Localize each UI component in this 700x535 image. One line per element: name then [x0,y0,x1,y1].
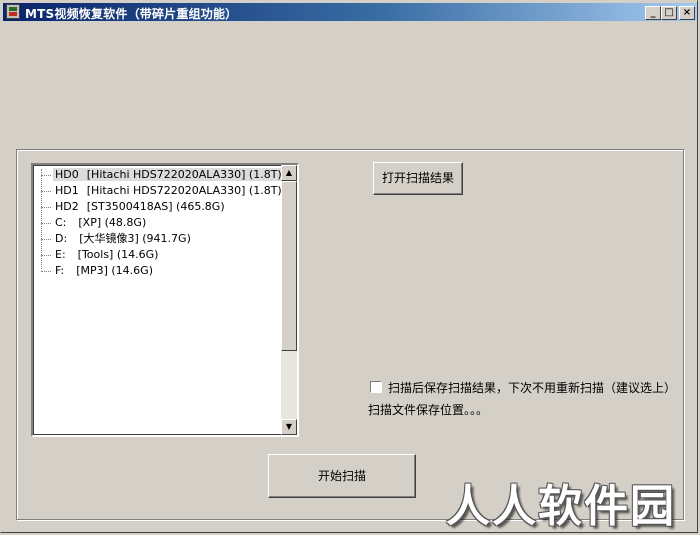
open-scan-results-button[interactable]: 打开扫描结果 [373,162,463,195]
drive-name: F: [55,264,65,277]
minimize-button[interactable]: _ [645,6,661,20]
drive-name: D: [55,232,68,245]
drive-tree-item[interactable]: HD1 [Hitachi HDS722020ALA330] (1.8T) [53,183,284,199]
drive-tree-item-label: C: [XP] (48.8G) [53,216,148,229]
save-results-label[interactable]: 扫描后保存扫描结果，下次不用重新扫描（建议选上） [388,379,676,396]
title-bar[interactable]: MTS视频恢复软件（带碎片重组功能） _ □ × [3,3,697,21]
maximize-button[interactable]: □ [661,6,677,20]
tree-connector-branch [41,191,51,192]
app-icon [6,4,20,19]
drive-tree-item[interactable]: C: [XP] (48.8G) [53,215,148,231]
drive-tree-items: HD0 [Hitachi HDS722020ALA330] (1.8T) HD1 [H… [33,165,284,435]
drive-tree-item[interactable]: HD2 [ST3500418AS] (465.8G) [53,199,227,215]
scroll-up-button[interactable]: ▲ [281,165,297,181]
tree-connector-branch [41,239,51,240]
drive-detail: [大华镜像3] (941.7G) [79,232,191,245]
drive-tree-item[interactable]: E: [Tools] (14.6G) [53,247,160,263]
window-title: MTS视频恢复软件（带碎片重组功能） [25,7,238,21]
drive-detail: [MP3] (14.6G) [76,264,153,277]
drive-tree-item[interactable]: F: [MP3] (14.6G) [53,263,155,279]
drive-name: E: [55,248,66,261]
scroll-down-button[interactable]: ▼ [281,419,297,435]
drive-detail: [Hitachi HDS722020ALA330] (1.8T) [86,184,282,197]
drive-name: HD2 [55,200,79,213]
close-button[interactable]: × [679,6,695,20]
tree-connector-branch [41,255,51,256]
drive-tree[interactable]: HD0 [Hitachi HDS722020ALA330] (1.8T) HD1 [H… [31,163,299,437]
drive-tree-item-label: HD2 [ST3500418AS] (465.8G) [53,200,227,213]
drive-tree-item[interactable]: D: [大华镜像3] (941.7G) [53,231,193,247]
drive-name: HD1 [55,184,79,197]
save-location-label[interactable]: 扫描文件保存位置。。。 [368,401,488,418]
drive-tree-item-label: HD1 [Hitachi HDS722020ALA330] (1.8T) [53,184,284,197]
tree-connector-branch [41,271,51,272]
drive-detail: [Tools] (14.6G) [77,248,159,261]
drive-tree-item-label: E: [Tools] (14.6G) [53,248,160,261]
drive-name: HD0 [55,168,79,181]
tree-connector-line [41,169,42,269]
save-results-checkbox[interactable] [370,381,382,393]
drive-tree-item-label: F: [MP3] (14.6G) [53,264,155,277]
tree-connector-branch [41,207,51,208]
drive-tree-item-label: D: [大华镜像3] (941.7G) [53,232,193,245]
scroll-thumb[interactable] [281,181,297,351]
tree-connector-branch [41,175,51,176]
drive-detail: [ST3500418AS] (465.8G) [86,200,225,213]
drive-tree-item-label: HD0 [Hitachi HDS722020ALA330] (1.8T) [53,168,284,181]
drive-tree-item[interactable]: HD0 [Hitachi HDS722020ALA330] (1.8T) [53,167,284,183]
watermark-logo: 人人软件园 [446,481,676,532]
start-scan-button[interactable]: 开始扫描 [268,454,416,498]
tree-connector-branch [41,223,51,224]
drive-detail: [XP] (48.8G) [78,216,147,229]
drive-name: C: [55,216,67,229]
tree-scrollbar[interactable]: ▲ ▼ [281,165,297,435]
drive-detail: [Hitachi HDS722020ALA330] (1.8T) [86,168,282,181]
